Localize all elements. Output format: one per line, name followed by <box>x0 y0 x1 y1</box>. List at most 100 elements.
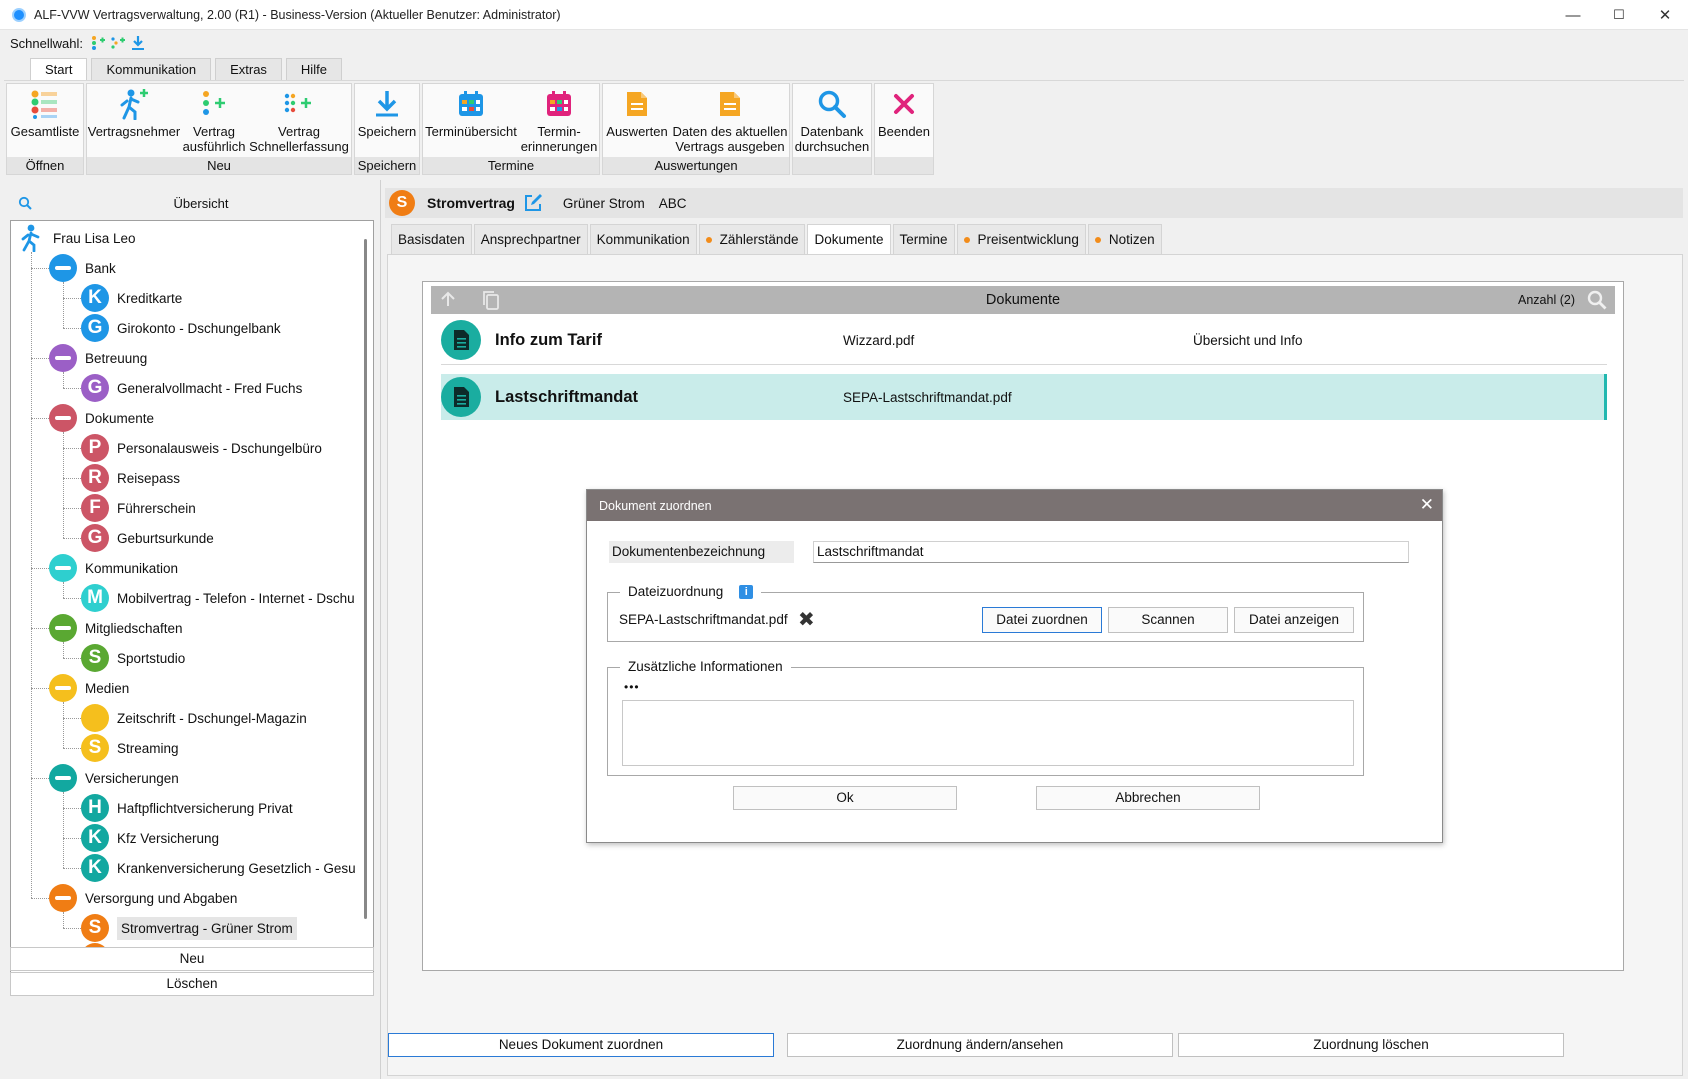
tab-dokumente[interactable]: Dokumente <box>807 224 891 255</box>
tree-category-3[interactable]: Dokumente <box>49 403 154 433</box>
tree-category-8[interactable]: Versorgung und Abgaben <box>49 883 237 913</box>
datenbank-durchsuchen-button[interactable]: Datenbank durchsuchen <box>793 84 871 162</box>
new-entry-button[interactable]: Neu <box>10 947 374 971</box>
tree-item[interactable]: K Kfz Versicherung <box>81 823 219 853</box>
ribbon-tab-start[interactable]: Start <box>30 58 88 80</box>
speichern-button[interactable]: Speichern <box>355 84 419 162</box>
tree-item[interactable]: F Führerschein <box>81 493 196 523</box>
more-options-icon[interactable]: ••• <box>624 680 640 694</box>
tree-category-1[interactable]: Bank <box>49 253 116 283</box>
tree-item[interactable]: Z Zeitschrift - Dschungel-Magazin <box>81 703 307 733</box>
daten-ausgeben-button[interactable]: Daten des aktuellen Vertrags ausgeben <box>671 84 789 162</box>
tab-kommunikation[interactable]: Kommunikation <box>589 224 697 254</box>
vertragsnehmer-button[interactable]: Vertragsnehmer <box>87 84 181 162</box>
tree-item[interactable]: G Geburtsurkunde <box>81 523 214 553</box>
ribbon-tab-extras[interactable]: Extras <box>215 58 282 80</box>
tree-item[interactable]: S Stromvertrag - Grüner Strom <box>81 913 297 943</box>
minimize-button[interactable]: — <box>1550 0 1596 30</box>
tree-item-label: Kfz Versicherung <box>117 830 220 846</box>
terminerinnerungen-button[interactable]: Termin- erinnerungen <box>519 84 599 162</box>
quick-save-icon[interactable] <box>129 34 147 52</box>
search-icon[interactable] <box>1587 290 1607 313</box>
tree-connector <box>31 268 49 269</box>
collapse-icon[interactable] <box>49 344 77 372</box>
ribbon-tab-kommunikation[interactable]: Kommunikation <box>91 58 212 80</box>
tree-category-7[interactable]: Versicherungen <box>49 763 179 793</box>
contract-letter-icon: S <box>81 734 109 762</box>
tree-item[interactable]: G Generalvollmacht - Fred Fuchs <box>81 373 302 403</box>
tree-item[interactable]: S Streaming <box>81 733 179 763</box>
tree-item[interactable]: R Reisepass <box>81 463 180 493</box>
document-row[interactable]: Info zum Tarif Wizzard.pdf Übersicht und… <box>441 317 1607 363</box>
tab-basisdaten[interactable]: Basisdaten <box>391 224 472 254</box>
tree-item[interactable]: K Kreditkarte <box>81 283 182 313</box>
delete-assignment-button[interactable]: Zuordnung löschen <box>1178 1033 1564 1057</box>
tree-root-person[interactable]: Frau Lisa Leo <box>17 223 136 253</box>
edit-assignment-button[interactable]: Zuordnung ändern/ansehen <box>787 1033 1173 1057</box>
tree-vertical-scrollbar[interactable] <box>364 239 367 919</box>
close-window-button[interactable]: ✕ <box>1642 0 1688 30</box>
dialog-close-button[interactable]: ✕ <box>1420 495 1434 515</box>
collapse-icon[interactable] <box>49 404 77 432</box>
quick-add-contract-icon[interactable] <box>89 34 107 52</box>
collapse-icon[interactable] <box>49 554 77 582</box>
auswerten-button[interactable]: Auswerten <box>603 84 671 162</box>
document-name-label: Dokumentenbezeichnung <box>609 541 794 563</box>
tab-notizen[interactable]: Notizen <box>1087 224 1162 254</box>
terminuebersicht-button[interactable]: Terminübersicht <box>423 84 519 162</box>
gesamtliste-button[interactable]: Gesamtliste <box>7 84 83 162</box>
tree-item[interactable]: S Sportstudio <box>81 643 185 673</box>
vertragsnehmer-label: Vertragsnehmer <box>87 124 181 139</box>
vertrag-schnellerfassung-button[interactable]: Vertrag Schnellerfassung <box>247 84 351 162</box>
tree-item[interactable]: H Haftpflichtversicherung Privat <box>81 793 293 823</box>
row-divider <box>441 364 1607 365</box>
collapse-icon[interactable] <box>49 764 77 792</box>
tree-connector <box>63 702 64 748</box>
ribbon-tab-hilfe[interactable]: Hilfe <box>285 58 342 80</box>
ribbon-group-new: Vertragsnehmer Vertrag ausführlich Vertr… <box>86 83 352 175</box>
collapse-icon[interactable] <box>49 614 77 642</box>
additional-info-legend: Zusätzliche Informationen <box>620 659 791 674</box>
tree-category-4[interactable]: Kommunikation <box>49 553 178 583</box>
beenden-button[interactable]: Beenden <box>875 84 933 162</box>
tab-termine[interactable]: Termine <box>892 224 955 254</box>
ribbon-group-label-search <box>793 157 871 174</box>
cancel-button[interactable]: Abbrechen <box>1036 786 1260 810</box>
collapse-icon[interactable] <box>49 674 77 702</box>
ok-button[interactable]: Ok <box>733 786 957 810</box>
document-row-selected[interactable]: Lastschriftmandat SEPA-Lastschriftmandat… <box>441 374 1607 420</box>
tab-label: Kommunikation <box>596 231 690 247</box>
document-name-field[interactable]: Lastschriftmandat <box>813 541 1409 563</box>
tree-item[interactable]: K Krankenversicherung Gesetzlich - Gesu <box>81 853 356 883</box>
tree-item[interactable]: P Personalausweis - Dschungelbüro <box>81 433 322 463</box>
tree-category-5[interactable]: Mitgliedschaften <box>49 613 183 643</box>
show-file-button[interactable]: Datei anzeigen <box>1234 607 1354 633</box>
tree-category-6[interactable]: Medien <box>49 673 129 703</box>
tab-ansprechpartner[interactable]: Ansprechpartner <box>473 224 588 254</box>
tab-preisentwicklung[interactable]: Preisentwicklung <box>956 224 1086 254</box>
tree-item[interactable]: G Girokonto - Dschungelbank <box>81 313 281 343</box>
maximize-button[interactable]: ☐ <box>1596 0 1642 30</box>
tree-category-2[interactable]: Betreuung <box>49 343 147 373</box>
delete-entry-button[interactable]: Löschen <box>10 972 374 996</box>
collapse-icon[interactable] <box>49 254 77 282</box>
contract-tree[interactable]: Frau Lisa Leo Bank K Kreditkarte G Girokonto … <box>10 220 374 978</box>
additional-info-textarea[interactable] <box>622 700 1354 766</box>
edit-icon[interactable] <box>523 193 543 213</box>
vertrag-ausfuehrlich-button[interactable]: Vertrag ausführlich <box>181 84 247 162</box>
tab-label: Zählerstände <box>719 231 799 247</box>
quick-add-quick-contract-icon[interactable] <box>109 34 127 52</box>
scan-button[interactable]: Scannen <box>1108 607 1228 633</box>
assign-file-button[interactable]: Datei zuordnen <box>982 607 1102 633</box>
collapse-icon[interactable] <box>49 884 77 912</box>
contract-avatar: S <box>389 190 415 216</box>
download-save-icon <box>373 84 401 124</box>
document-name: Lastschriftmandat <box>495 387 639 406</box>
tree-item[interactable]: M Mobilvertrag - Telefon - Internet - Dsc… <box>81 583 355 613</box>
info-icon[interactable]: i <box>739 584 754 599</box>
tab-zählerstände[interactable]: Zählerstände <box>698 224 806 254</box>
new-document-button[interactable]: Neues Dokument zuordnen <box>388 1033 774 1057</box>
ribbon-group-exit: Beenden <box>874 83 934 175</box>
search-icon[interactable] <box>18 196 32 210</box>
remove-file-icon[interactable]: ✖ <box>798 607 815 632</box>
